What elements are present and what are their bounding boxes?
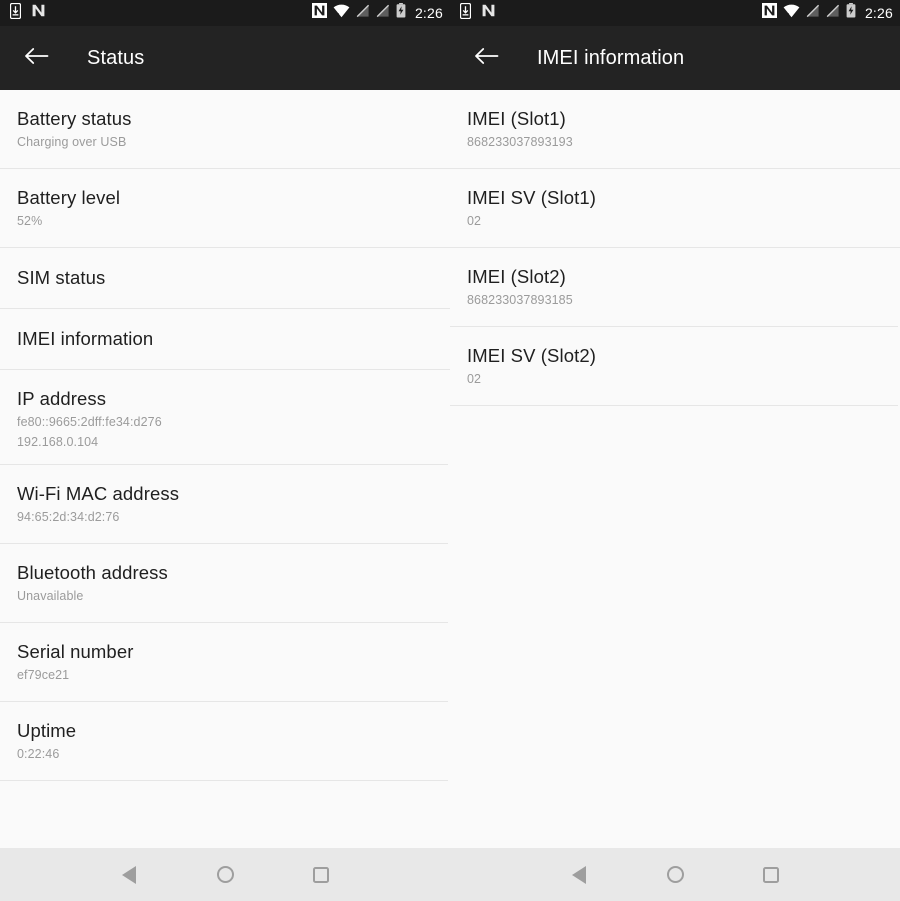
list-item-uptime[interactable]: Uptime 0:22:46 — [0, 702, 450, 781]
app-bar-left: Status — [0, 26, 450, 90]
list-item-sim-status[interactable]: SIM status — [0, 248, 450, 309]
list-item-title: Serial number — [17, 641, 134, 662]
dual-screenshot-container: 2:26 Status Battery status Charging over… — [0, 0, 900, 901]
status-bar-right-icons: 2:26 — [311, 3, 443, 23]
nav-back-button[interactable] — [81, 848, 177, 901]
list-item-title: Battery status — [17, 108, 132, 129]
page-title-left: Status — [87, 46, 145, 69]
list-item-battery-level[interactable]: Battery level 52% — [0, 169, 450, 248]
list-item-subtitle: 52% — [17, 214, 43, 228]
circle-home-icon — [666, 866, 684, 883]
status-bar-clock: 2:26 — [864, 5, 893, 21]
status-bar-left-icons — [9, 2, 46, 24]
phone-screen-status: 2:26 Status Battery status Charging over… — [0, 0, 450, 901]
app-bar-right: IMEI information — [450, 26, 900, 90]
square-recents-icon — [313, 866, 329, 883]
back-button-left[interactable] — [17, 39, 55, 77]
list-item-imei-slot1[interactable]: IMEI (Slot1) 868233037893193 — [450, 90, 900, 169]
circle-home-icon — [216, 866, 234, 883]
phone-download-icon — [9, 2, 22, 24]
arrow-left-icon — [474, 46, 499, 71]
no-signal-slot1-icon — [356, 4, 370, 23]
list-item-title: SIM status — [17, 267, 106, 288]
square-recents-icon — [763, 866, 779, 883]
list-item-title: IMEI information — [17, 328, 154, 349]
row-divider — [0, 780, 448, 781]
nav-home-button[interactable] — [627, 848, 723, 901]
back-button-right[interactable] — [467, 39, 505, 77]
list-item-bluetooth-address[interactable]: Bluetooth address Unavailable — [0, 544, 450, 623]
list-item-subtitle: 868233037893185 — [467, 293, 573, 307]
list-item-serial-number[interactable]: Serial number ef79ce21 — [0, 623, 450, 702]
status-bar-right-icons: 2:26 — [761, 3, 893, 23]
list-item-title: IMEI SV (Slot2) — [467, 345, 596, 366]
list-item-subtitle: fe80::9665:2dff:fe34:d276 — [17, 415, 162, 429]
phone-screen-imei-information: 2:26 IMEI information IMEI (Slot1) 86823… — [450, 0, 900, 901]
list-item-wifi-mac-address[interactable]: Wi-Fi MAC address 94:65:2d:34:d2:76 — [0, 465, 450, 544]
wifi-icon — [783, 4, 800, 23]
list-item-title: IP address — [17, 388, 107, 409]
no-signal-slot2-icon — [376, 4, 390, 23]
list-item-title: Wi-Fi MAC address — [17, 483, 180, 504]
list-item-subtitle: 94:65:2d:34:d2:76 — [17, 510, 120, 524]
list-item-subtitle: 868233037893193 — [467, 135, 573, 149]
nfc-n-icon — [481, 3, 496, 23]
no-signal-slot2-icon — [826, 4, 840, 23]
list-item-subtitle: ef79ce21 — [17, 668, 70, 682]
nav-recents-button[interactable] — [273, 848, 369, 901]
list-item-imei-sv-slot1[interactable]: IMEI SV (Slot1) 02 — [450, 169, 900, 248]
battery-charging-icon — [846, 3, 856, 23]
list-item-subtitle: 0:22:46 — [17, 747, 60, 761]
row-divider — [450, 405, 898, 406]
list-item-imei-information[interactable]: IMEI information — [0, 309, 450, 370]
nfc-boxed-n-icon — [761, 3, 777, 23]
list-item-subtitle: 02 — [467, 214, 482, 228]
page-title-right: IMEI information — [537, 46, 685, 69]
navigation-bar-left — [0, 848, 450, 901]
status-list: Battery status Charging over USB Battery… — [0, 90, 450, 848]
list-item-ip-address[interactable]: IP address fe80::9665:2dff:fe34:d276 192… — [0, 370, 450, 465]
list-item-title: Battery level — [17, 187, 121, 208]
nfc-boxed-n-icon — [311, 3, 327, 23]
list-item-imei-slot2[interactable]: IMEI (Slot2) 868233037893185 — [450, 248, 900, 327]
list-item-title: Uptime — [17, 720, 77, 741]
nav-back-button[interactable] — [531, 848, 627, 901]
triangle-back-icon — [122, 865, 136, 884]
list-item-imei-sv-slot2[interactable]: IMEI SV (Slot2) 02 — [450, 327, 900, 406]
list-item-title: IMEI (Slot1) — [467, 108, 566, 129]
nfc-n-icon — [31, 3, 46, 23]
nav-home-button[interactable] — [177, 848, 273, 901]
status-bar-right: 2:26 — [450, 0, 900, 26]
status-bar-left: 2:26 — [0, 0, 450, 26]
nav-recents-button[interactable] — [723, 848, 819, 901]
list-item-title: IMEI SV (Slot1) — [467, 187, 596, 208]
list-item-title: Bluetooth address — [17, 562, 168, 583]
list-item-subtitle: Charging over USB — [17, 135, 127, 149]
battery-charging-icon — [396, 3, 406, 23]
navigation-bar-right — [450, 848, 900, 901]
list-item-subtitle: 02 — [467, 372, 482, 386]
list-item-title: IMEI (Slot2) — [467, 266, 566, 287]
arrow-left-icon — [24, 46, 49, 71]
imei-list: IMEI (Slot1) 868233037893193 IMEI SV (Sl… — [450, 90, 900, 848]
status-bar-clock: 2:26 — [414, 5, 443, 21]
wifi-icon — [333, 4, 350, 23]
list-item-battery-status[interactable]: Battery status Charging over USB — [0, 90, 450, 169]
list-item-subtitle: Unavailable — [17, 589, 84, 603]
phone-download-icon — [459, 2, 472, 24]
status-bar-left-icons — [459, 2, 496, 24]
list-item-subtitle-secondary: 192.168.0.104 — [17, 435, 99, 449]
no-signal-slot1-icon — [806, 4, 820, 23]
triangle-back-icon — [572, 865, 586, 884]
